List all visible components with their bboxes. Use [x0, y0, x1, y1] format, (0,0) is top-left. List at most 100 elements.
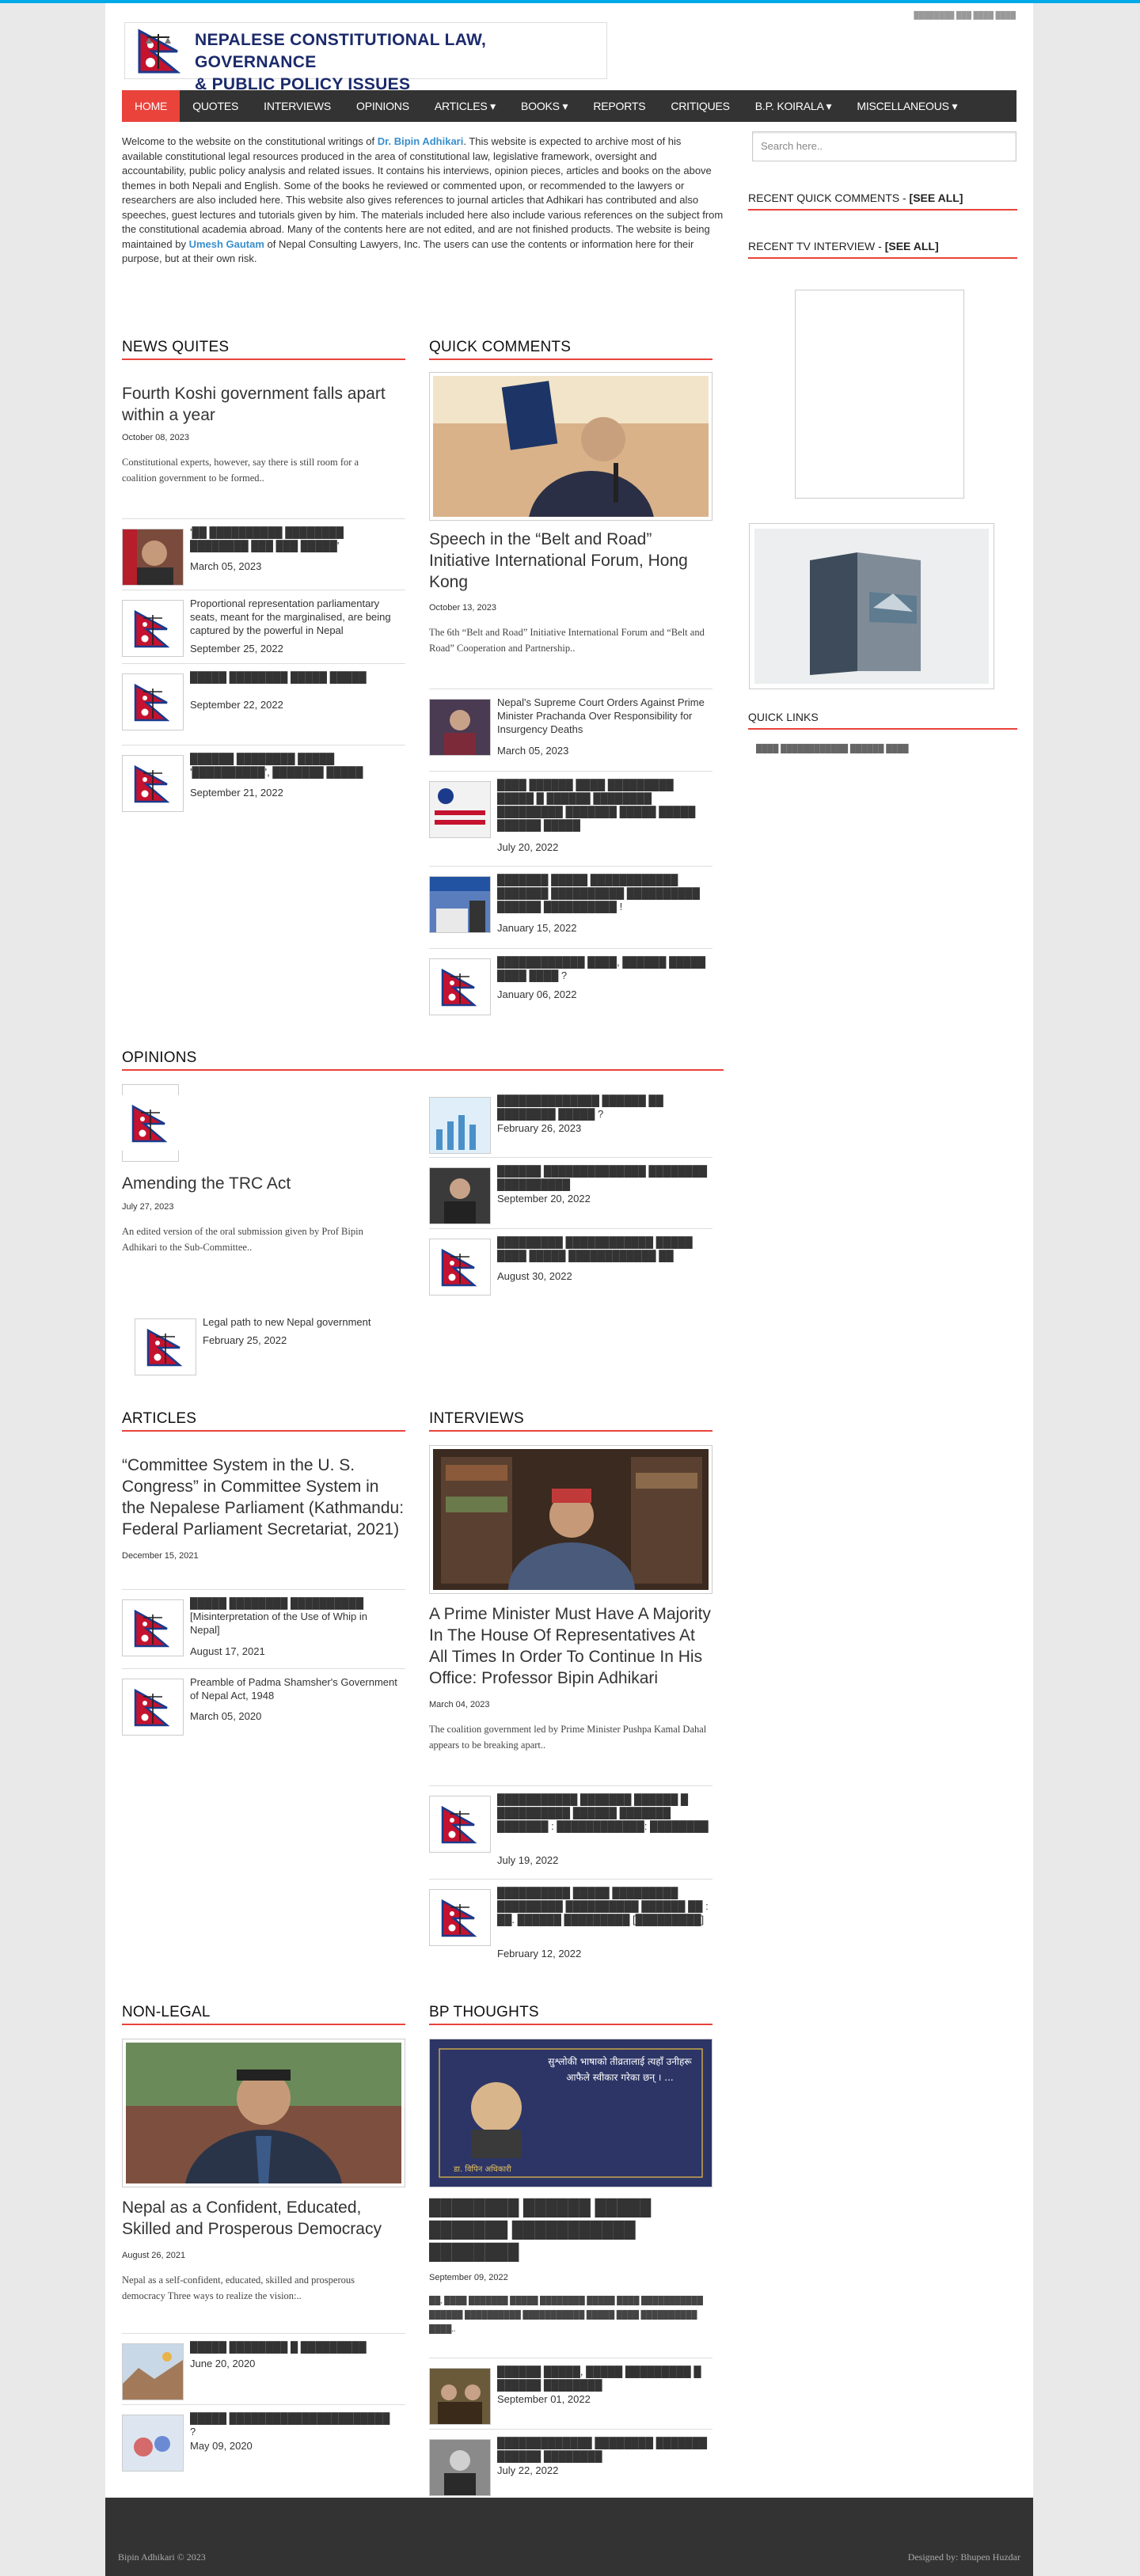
site-logo[interactable]: NEPALESE CONSTITUTIONAL LAW, GOVERNANCE …	[124, 22, 607, 93]
bp-lead-excerpt: ██, ████ ███████ █████ ████████ █████ ██…	[429, 2297, 703, 2334]
opinions-item-title: ██████████████ ██████ ██ ████████ █████ …	[497, 1095, 663, 1120]
bp-item-title: ██████ █████, █████ █████████ █ ██████ █…	[497, 2365, 701, 2391]
see-all-comments-link[interactable]: [SEE ALL]	[910, 192, 963, 204]
painting-thumbnail-icon	[122, 2415, 184, 2472]
quick-item-title: ████████████ ████, ██████ █████ ████ ███…	[497, 956, 706, 981]
recent-tv-label: RECENT TV INTERVIEW -	[748, 240, 885, 252]
list-item[interactable]: ████████████ ████, ██████ █████ ████ ███…	[429, 948, 712, 1019]
articles-item-title: Preamble of Padma Shamsher's Government …	[190, 1676, 397, 1702]
list-item[interactable]: ███████████ ███████ ██████ █ ██████████ …	[429, 1785, 712, 1879]
see-all-tv-link[interactable]: [SEE ALL]	[885, 240, 939, 252]
designer-credit[interactable]: Designed by: Bhupen Huzdar	[908, 2551, 1020, 2563]
interviews-lead-image[interactable]	[429, 1445, 712, 1637]
bp-image-name: डा. विपिन अधिकारी	[454, 2165, 511, 2174]
opinions-lead-excerpt: An edited version of the oral submission…	[122, 1226, 363, 1253]
site-footer: Bipin Adhikari © 2023 Designed by: Bhupe…	[105, 2498, 1033, 2576]
nav-miscellaneous[interactable]: MISCELLANEOUS ▾	[844, 90, 970, 122]
bp-item-title: █████████████ ████████ ███████ ██████ ██…	[497, 2437, 708, 2462]
chart-thumbnail-icon	[429, 1097, 491, 1154]
news-item-date: September 22, 2022	[190, 699, 283, 711]
news-item-title: ██████ ████████ █████ '██████████', ████…	[190, 753, 363, 778]
list-item[interactable]: ███████ █████ ████████████ ███████ █████…	[429, 866, 712, 945]
quick-lead-title[interactable]: Speech in the “Belt and Road” Initiative…	[429, 529, 712, 593]
list-item[interactable]: ██████████████ ██████ ██ ████████ █████ …	[429, 1087, 712, 1159]
bp-item-date: September 01, 2022	[497, 2393, 591, 2405]
articles-item-date: March 05, 2020	[190, 1710, 262, 1722]
nav-books[interactable]: BOOKS ▾	[508, 90, 580, 122]
quick-link-1[interactable]: ████ ████████████ ██████ ████	[756, 745, 909, 753]
search-input[interactable]: Search here..	[752, 131, 1016, 161]
news-lead-excerpt: Constitutional experts, however, say the…	[122, 457, 359, 484]
nav-interviews[interactable]: INTERVIEWS	[251, 90, 344, 122]
page-container: ████████ ███ ████ ████ NEPALESE CONSTITU…	[105, 3, 1033, 2498]
list-item[interactable]: █████████ ████████████ █████ ████ █████ …	[429, 1228, 712, 1299]
nonlegal-lead-excerpt: Nepal as a self-confident, educated, ski…	[122, 2274, 355, 2301]
recent-tv-heading: RECENT TV INTERVIEW - [SEE ALL]	[748, 240, 1017, 259]
logo-thumbnail-icon	[122, 600, 184, 657]
articles-lead-date: December 15, 2021	[122, 1551, 199, 1561]
list-item[interactable]: █████████████ ████████ ███████ ██████ ██…	[429, 2429, 712, 2500]
quick-item-date: January 15, 2022	[497, 922, 577, 934]
list-item[interactable]: ██████ ██████████████ ████████ █████████…	[429, 1157, 712, 1228]
portrait-photo-icon	[126, 2043, 401, 2256]
author-link[interactable]: Dr. Bipin Adhikari	[378, 135, 464, 147]
bp-lead-date: September 09, 2022	[429, 2273, 508, 2282]
portrait-thumbnail-icon	[429, 2439, 491, 2496]
logo-thumbnail-icon[interactable]	[120, 1084, 180, 1162]
opinions-heading: OPINIONS	[122, 1049, 724, 1071]
list-item[interactable]: ██████████ █████ █████████ █████████ ███…	[429, 1879, 712, 1966]
top-link[interactable]: ████████ ███ ████ ████	[914, 11, 1016, 19]
book-cover-image[interactable]	[749, 523, 994, 689]
scales-flag-logo-icon	[138, 28, 181, 74]
list-item[interactable]: Nepal's Supreme Court Orders Against Pri…	[429, 689, 712, 768]
nonlegal-lead-image[interactable]	[122, 2039, 405, 2256]
event-banner-icon	[429, 781, 491, 838]
nonlegal-lead-title[interactable]: Nepal as a Confident, Educated, Skilled …	[122, 2197, 405, 2240]
opinions-lead-title[interactable]: Amending the TRC Act	[122, 1173, 391, 1194]
list-item[interactable]: █████ ████████ ██████████ [Misinterpreta…	[122, 1589, 405, 1668]
nav-quotes[interactable]: QUOTES	[180, 90, 251, 122]
maintainer-link[interactable]: Umesh Gautam	[189, 238, 264, 250]
politician-photo-icon	[122, 529, 184, 586]
logo-thumbnail-icon	[122, 1679, 184, 1736]
nonlegal-heading: NON-LEGAL	[122, 2004, 405, 2025]
intro-paragraph: Welcome to the website on the constituti…	[122, 135, 724, 267]
opinions-item-date: September 20, 2022	[497, 1193, 591, 1205]
list-item[interactable]: Proportional representation parliamentar…	[122, 590, 405, 661]
interviews-lead-date: March 04, 2023	[429, 1700, 490, 1709]
speaker-photo-icon	[433, 376, 709, 582]
nav-bp-koirala[interactable]: B.P. KOIRALA ▾	[743, 90, 845, 122]
photo-thumbnail-icon	[429, 2368, 491, 2425]
nav-articles[interactable]: ARTICLES ▾	[422, 90, 508, 122]
logo-thumbnail-icon	[122, 1599, 184, 1656]
nav-critiques[interactable]: CRITIQUES	[658, 90, 742, 122]
list-item[interactable]: '██ ██████████ ████████ ████████ ███ ███…	[122, 518, 405, 590]
nav-opinions[interactable]: OPINIONS	[344, 90, 422, 122]
quick-lead-image[interactable]	[429, 372, 712, 582]
quick-links-heading: QUICK LINKS	[748, 711, 1017, 730]
list-item[interactable]: Preamble of Padma Shamsher's Government …	[122, 1668, 405, 1739]
bp-lead-title[interactable]: ████████ ██████ █████ ███████ ██████████…	[429, 2197, 712, 2263]
bp-lead-image[interactable]: सुश्लोकी भाषाको तीव्रतालाई त्यहाँ उनीहरू…	[429, 2039, 712, 2187]
list-item[interactable]: █████ ████████ █ █████████ June 20, 2020	[122, 2333, 405, 2404]
list-item[interactable]: █████ ██████████████████████ ? May 09, 2…	[122, 2404, 405, 2475]
quick-item-title: ████ ██████ ████ █████████ █████ █ █████…	[497, 779, 696, 831]
nonlegal-item-title: █████ ██████████████████████ ?	[190, 2412, 390, 2438]
list-item[interactable]: ██████ █████, █████ █████████ █ ██████ █…	[429, 2358, 712, 2429]
list-item[interactable]: Legal path to new Nepal government Febru…	[135, 1309, 404, 1375]
nav-home[interactable]: HOME	[122, 90, 180, 122]
articles-lead-title[interactable]: “Committee System in the U. S. Congress”…	[122, 1455, 405, 1540]
interviews-lead-title[interactable]: A Prime Minister Must Have A Majority In…	[429, 1603, 712, 1689]
list-item[interactable]: ██████ ████████ █████ '██████████', ████…	[122, 745, 405, 816]
nav-reports[interactable]: REPORTS	[580, 90, 658, 122]
opinions-lead-date: July 27, 2023	[122, 1202, 174, 1212]
election-photo-icon	[429, 876, 491, 933]
interviews-lead-excerpt: The coalition government led by Prime Mi…	[429, 1724, 707, 1751]
quick-item-date: July 20, 2022	[497, 841, 559, 853]
news-item-date: September 21, 2022	[190, 787, 283, 799]
news-lead-title[interactable]: Fourth Koshi government falls apart with…	[122, 383, 391, 426]
list-item[interactable]: █████ ████████ █████ █████ September 22,…	[122, 663, 405, 734]
news-item-title: Proportional representation parliamentar…	[190, 598, 391, 636]
list-item[interactable]: ████ ██████ ████ █████████ █████ █ █████…	[429, 771, 712, 866]
tv-interview-video[interactable]	[795, 290, 964, 499]
